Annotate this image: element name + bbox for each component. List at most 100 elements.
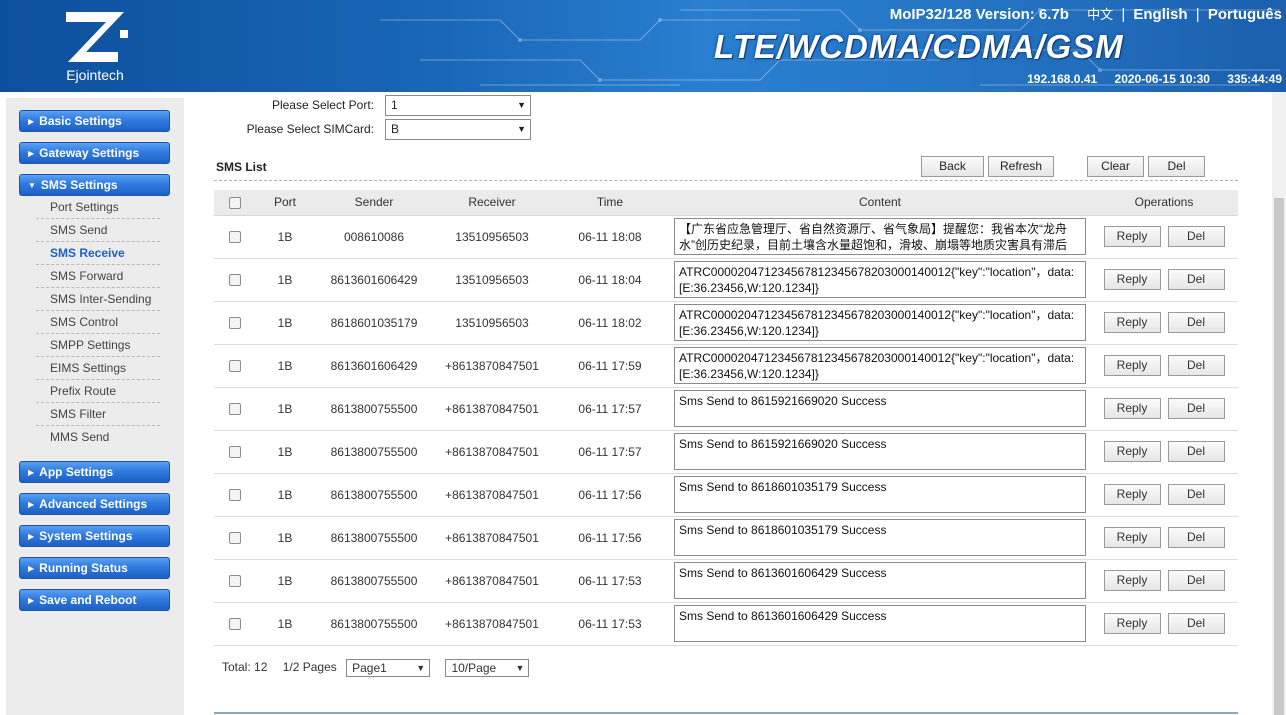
menu-basic-settings[interactable]: ▶ Basic Settings xyxy=(19,110,170,132)
language-link-english[interactable]: English xyxy=(1133,6,1187,23)
message-content-box[interactable]: Sms Send to 8613601606429 Success xyxy=(674,562,1086,599)
message-content-box[interactable]: Sms Send to 8618601035179 Success xyxy=(674,476,1086,513)
menu-gateway-settings[interactable]: ▶ Gateway Settings xyxy=(19,142,170,164)
reply-button[interactable]: Reply xyxy=(1103,570,1161,591)
submenu-prefix-route[interactable]: Prefix Route xyxy=(36,381,160,403)
scrollbar-thumb[interactable] xyxy=(1274,198,1284,715)
table-row: 1B 8613800755500 +8613870847501 06-11 17:53… xyxy=(214,559,1238,603)
sms-list-title: SMS List xyxy=(216,160,267,174)
menu-app-settings[interactable]: ▶ App Settings xyxy=(19,461,170,483)
language-separator: | xyxy=(1195,6,1200,23)
row-checkbox[interactable] xyxy=(229,274,241,287)
row-checkbox[interactable] xyxy=(229,403,241,416)
message-content-box[interactable]: ATRC000020471234567812345678203000140012… xyxy=(674,347,1086,384)
cell-time: 06-11 17:57 xyxy=(550,430,670,474)
total-count: Total: 12 xyxy=(222,660,268,675)
refresh-button[interactable]: Refresh xyxy=(988,156,1054,177)
pagination: Total: 12 1/2 Pages Page1 ▼ 10/Page ▼ xyxy=(222,659,530,677)
clear-button[interactable]: Clear xyxy=(1087,156,1144,177)
menu-sms-settings[interactable]: ▼ SMS Settings xyxy=(19,174,170,196)
port-select[interactable]: 1 ▼ xyxy=(385,95,531,116)
menu-label: SMS Settings xyxy=(40,178,118,192)
message-content-box[interactable]: 【广东省应急管理厅、省自然资源厅、省气象局】提醒您：我省本次“龙舟水”创历史纪录… xyxy=(674,218,1086,255)
row-checkbox[interactable] xyxy=(229,360,241,373)
delete-button[interactable]: Del xyxy=(1167,613,1225,634)
reply-button[interactable]: Reply xyxy=(1103,355,1161,376)
cell-sender: 8613800755500 xyxy=(314,516,434,560)
row-checkbox[interactable] xyxy=(229,317,241,330)
cell-operations: Reply Del xyxy=(1090,301,1238,345)
row-checkbox[interactable] xyxy=(229,618,241,631)
delete-button[interactable]: Del xyxy=(1167,484,1225,505)
chevron-right-icon: ▶ xyxy=(28,117,35,126)
reply-button[interactable]: Reply xyxy=(1103,441,1161,462)
row-checkbox[interactable] xyxy=(229,231,241,244)
submenu-smpp-settings[interactable]: SMPP Settings xyxy=(36,335,160,357)
submenu-mms-send[interactable]: MMS Send xyxy=(36,427,160,449)
page-scrollbar[interactable] xyxy=(1272,92,1286,715)
delete-button[interactable]: Del xyxy=(1167,269,1225,290)
cell-sender: 8613800755500 xyxy=(314,430,434,474)
delete-button[interactable]: Del xyxy=(1167,226,1225,247)
delete-button[interactable]: Del xyxy=(1167,570,1225,591)
dropdown-arrow-icon: ▼ xyxy=(515,663,525,673)
row-checkbox[interactable] xyxy=(229,532,241,545)
row-checkbox[interactable] xyxy=(229,489,241,502)
language-link-chinese[interactable]: 中文 xyxy=(1087,7,1113,22)
menu-advanced-settings[interactable]: ▶ Advanced Settings xyxy=(19,493,170,515)
cell-operations: Reply Del xyxy=(1090,602,1238,646)
cell-port: 1B xyxy=(256,430,314,474)
page-select[interactable]: Page1 ▼ xyxy=(346,659,431,677)
reply-button[interactable]: Reply xyxy=(1103,398,1161,419)
submenu-sms-receive[interactable]: SMS Receive xyxy=(36,243,160,265)
reply-button[interactable]: Reply xyxy=(1103,613,1161,634)
message-content-box[interactable]: ATRC000020471234567812345678203000140012… xyxy=(674,304,1086,341)
per-page-select[interactable]: 10/Page ▼ xyxy=(445,659,530,677)
chevron-right-icon: ▶ xyxy=(28,468,35,477)
delete-button[interactable]: Del xyxy=(1167,527,1225,548)
reply-button[interactable]: Reply xyxy=(1103,527,1161,548)
message-content-box[interactable]: Sms Send to 8615921669020 Success xyxy=(674,433,1086,470)
reply-button[interactable]: Reply xyxy=(1103,312,1161,333)
cell-port: 1B xyxy=(256,473,314,517)
row-checkbox[interactable] xyxy=(229,575,241,588)
cell-sender: 8618601035179 xyxy=(314,301,434,345)
submenu-sms-forward[interactable]: SMS Forward xyxy=(36,266,160,288)
submenu-sms-control[interactable]: SMS Control xyxy=(36,312,160,334)
header-version-language: MoIP32/128 Version: 6.7b 中文 | English | … xyxy=(890,4,1282,23)
message-content-box[interactable]: Sms Send to 8615921669020 Success xyxy=(674,390,1086,427)
submenu-port-settings[interactable]: Port Settings xyxy=(36,197,160,219)
message-content-box[interactable]: ATRC000020471234567812345678203000140012… xyxy=(674,261,1086,298)
delete-button[interactable]: Del xyxy=(1167,355,1225,376)
row-checkbox[interactable] xyxy=(229,446,241,459)
cell-port: 1B xyxy=(256,387,314,431)
simcard-select[interactable]: B ▼ xyxy=(385,119,531,140)
cell-content: Sms Send to 8615921669020 Success xyxy=(670,430,1090,474)
delete-selected-button[interactable]: Del xyxy=(1148,156,1205,177)
select-all-checkbox[interactable] xyxy=(229,197,241,210)
submenu-sms-filter[interactable]: SMS Filter xyxy=(36,404,160,426)
row-select-cell xyxy=(214,387,256,431)
cell-time: 06-11 17:59 xyxy=(550,344,670,388)
cell-time: 06-11 17:53 xyxy=(550,559,670,603)
page-select-value: Page1 xyxy=(352,661,387,675)
reply-button[interactable]: Reply xyxy=(1103,484,1161,505)
message-content-box[interactable]: Sms Send to 8618601035179 Success xyxy=(674,519,1086,556)
column-header-operations: Operations xyxy=(1090,190,1238,216)
submenu-sms-send[interactable]: SMS Send xyxy=(36,220,160,242)
submenu-sms-inter-sending[interactable]: SMS Inter-Sending xyxy=(36,289,160,311)
menu-label: Advanced Settings xyxy=(39,497,148,511)
delete-button[interactable]: Del xyxy=(1167,312,1225,333)
language-link-portuguese[interactable]: Português xyxy=(1208,6,1282,23)
menu-system-settings[interactable]: ▶ System Settings xyxy=(19,525,170,547)
submenu-eims-settings[interactable]: EIMS Settings xyxy=(36,358,160,380)
cell-operations: Reply Del xyxy=(1090,473,1238,517)
back-button[interactable]: Back xyxy=(921,156,984,177)
menu-save-and-reboot[interactable]: ▶ Save and Reboot xyxy=(19,589,170,611)
delete-button[interactable]: Del xyxy=(1167,398,1225,419)
message-content-box[interactable]: Sms Send to 8613601606429 Success xyxy=(674,605,1086,642)
menu-running-status[interactable]: ▶ Running Status xyxy=(19,557,170,579)
reply-button[interactable]: Reply xyxy=(1103,226,1161,247)
reply-button[interactable]: Reply xyxy=(1103,269,1161,290)
delete-button[interactable]: Del xyxy=(1167,441,1225,462)
